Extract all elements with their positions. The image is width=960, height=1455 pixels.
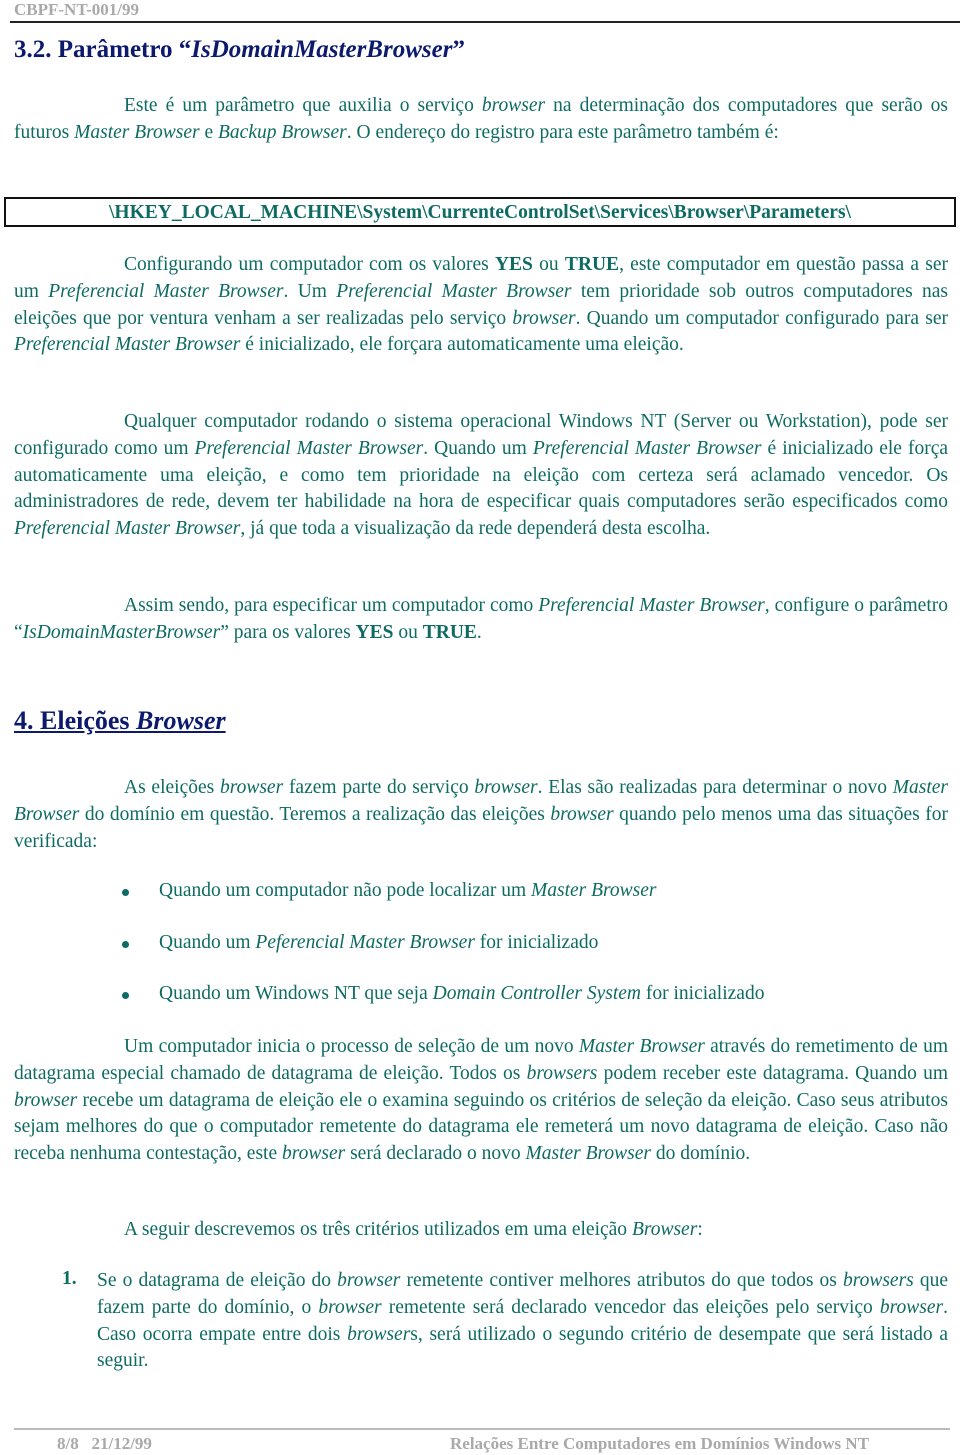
italic-text: Preferencial Master Browser: [48, 280, 284, 302]
text-run: será declarado o novo: [345, 1143, 526, 1165]
italic-text: browser: [281, 1143, 346, 1165]
italic-text: Preferencial Master Browser: [538, 595, 765, 616]
bold-text: TRUE: [564, 254, 620, 275]
paragraph: Este é um parâmetro que auxilia o serviç…: [14, 93, 948, 147]
italic-text: Domain Controller System: [432, 983, 641, 1004]
italic-text: browser: [318, 1296, 382, 1318]
footer-title: Relações Entre Computadores em Domínios …: [450, 1434, 870, 1453]
italic-text: browser: [550, 803, 614, 825]
text-run: , já que toda a visualização da rede dep…: [240, 518, 711, 540]
page-number: 8/8: [57, 1434, 79, 1453]
italic-text: browser: [879, 1296, 944, 1318]
heading-text: ”: [452, 36, 465, 63]
text-run: .: [476, 621, 482, 643]
italic-text: Master Browser: [578, 1036, 705, 1057]
italic-text: Peferencial Master Browser: [255, 932, 475, 953]
text-run: . Quando um computador configurado para …: [575, 307, 948, 329]
text-run: Configurando um computador com os valore…: [124, 254, 495, 275]
text-run: . Elas são realizadas para determinar o …: [537, 777, 893, 798]
italic-text: Master Browser: [74, 121, 200, 143]
text-run: do domínio em questão. Teremos a realiza…: [79, 803, 551, 825]
list-number: 1.: [62, 1268, 77, 1289]
italic-text: Backup Browser: [218, 121, 347, 143]
italic-text: IsDomainMasterBrowser: [22, 621, 221, 643]
italic-text: Preferencial Master Browser: [14, 334, 241, 356]
text-run: Quando um computador não pode localizar …: [159, 880, 532, 901]
italic-text: browser: [219, 777, 284, 798]
header-divider: [10, 21, 960, 23]
numbered-item-text: Se o datagrama de eleição do browser rem…: [97, 1268, 948, 1375]
footer-page-date: 8/8 21/12/99: [57, 1434, 152, 1454]
text-run: . O endereço do registro para este parâm…: [346, 121, 779, 143]
heading-italic-text: IsDomainMasterBrowser: [191, 36, 453, 63]
italic-text: browser: [337, 1270, 401, 1291]
text-run: :: [697, 1219, 703, 1240]
text-run: for inicializado: [474, 932, 599, 953]
registry-path-box: \HKEY_LOCAL_MACHINE\System\CurrenteContr…: [4, 197, 956, 227]
italic-text: Master Browser: [525, 1143, 651, 1165]
italic-text: Preferencial Master Browser: [532, 437, 762, 459]
italic-text: Browser: [631, 1219, 698, 1240]
italic-text: Master Browser: [531, 880, 657, 901]
text-run: for inicializado: [641, 983, 765, 1004]
italic-text: Preferencial Master Browser: [336, 280, 572, 302]
italic-text: browser: [474, 777, 538, 798]
bullet-icon: [122, 992, 129, 999]
italic-text: Preferencial Master Browser: [194, 437, 424, 459]
bullet-text: Quando um Windows NT que seja Domain Con…: [159, 983, 764, 1005]
heading-italic-text: Browser: [136, 706, 226, 735]
bullet-text: Quando um computador não pode localizar …: [159, 880, 657, 902]
footer-divider: [14, 1428, 950, 1430]
bullet-icon: [122, 941, 129, 948]
heading-text: 4. Eleições: [14, 706, 137, 735]
text-run: ou: [393, 621, 423, 643]
italic-text: browser: [481, 95, 546, 116]
italic-text: browser: [347, 1323, 411, 1345]
text-run: Um computador inicia o processo de seleç…: [124, 1036, 579, 1057]
text-run: Assim sendo, para especificar um computa…: [124, 595, 539, 616]
bullet-text: Quando um Peferencial Master Browser for…: [159, 932, 598, 954]
text-run: do domínio.: [651, 1143, 751, 1165]
paragraph: Um computador inicia o processo de seleç…: [14, 1034, 948, 1168]
text-run: remetente será declarado vencedor das el…: [381, 1296, 880, 1318]
text-run: e: [199, 121, 219, 143]
text-run: Se o datagrama de eleição do: [97, 1270, 338, 1291]
italic-text: browser: [14, 1089, 78, 1111]
bold-text: TRUE: [422, 621, 477, 643]
italic-text: browsers: [526, 1062, 598, 1084]
text-run: . Quando um: [423, 437, 533, 459]
text-run: remetente contiver melhores atributos do…: [400, 1270, 843, 1291]
document-code: CBPF-NT-001/99: [14, 0, 139, 19]
heading-text: 3.2. Parâmetro “: [14, 36, 192, 63]
bullet-icon: [122, 889, 129, 896]
text-run: . Um: [283, 280, 337, 302]
text-run: podem receber este datagrama. Quando um: [597, 1062, 949, 1084]
paragraph: Configurando um computador com os valore…: [14, 252, 948, 359]
bold-text: YES: [494, 254, 533, 275]
text-run: Quando um Windows NT que seja: [159, 983, 433, 1004]
text-run: fazem parte do serviço: [283, 777, 475, 798]
text-run: Este é um parâmetro que auxilia o serviç…: [124, 95, 482, 116]
text-run: ” para os valores: [220, 621, 356, 643]
section-4-heading: 4. Eleições Browser: [14, 706, 226, 736]
paragraph: A seguir descrevemos os três critérios u…: [14, 1217, 948, 1244]
text-run: A seguir descrevemos os três critérios u…: [124, 1219, 632, 1240]
italic-text: browser: [512, 307, 576, 329]
section-3-2-heading: 3.2. Parâmetro “IsDomainMasterBrowser”: [14, 36, 465, 64]
paragraph: As eleições browser fazem parte do servi…: [14, 775, 948, 855]
italic-text: Preferencial Master Browser: [14, 518, 241, 540]
text-run: é inicializado, ele forçara automaticame…: [240, 334, 684, 356]
paragraph: Assim sendo, para especificar um computa…: [14, 593, 948, 647]
italic-text: browsers: [842, 1270, 914, 1291]
text-run: As eleições: [124, 777, 220, 798]
paragraph: Qualquer computador rodando o sistema op…: [14, 409, 948, 543]
text-run: Quando um: [159, 932, 256, 953]
bold-text: YES: [355, 621, 394, 643]
footer-date: 21/12/99: [91, 1434, 152, 1453]
text-run: ou: [532, 254, 565, 275]
